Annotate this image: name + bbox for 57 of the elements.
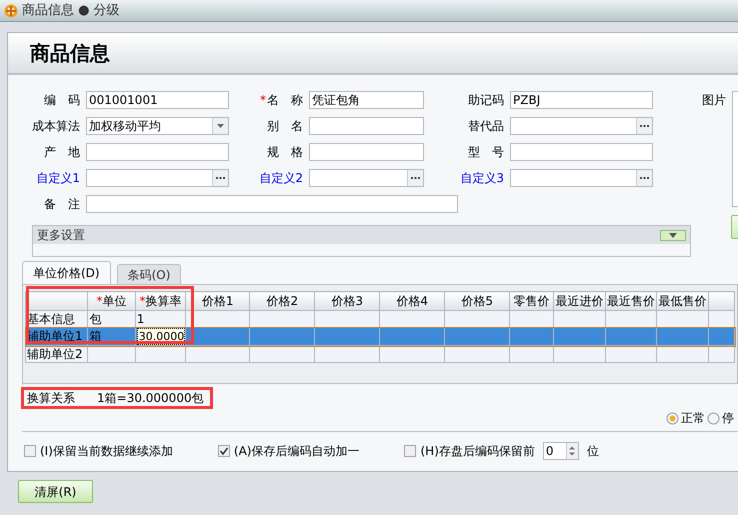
page-title: 商品信息 bbox=[30, 40, 110, 67]
input-field[interactable] bbox=[86, 195, 458, 213]
app-icon bbox=[4, 4, 18, 18]
input-field[interactable] bbox=[309, 143, 424, 161]
input-field[interactable] bbox=[510, 169, 653, 187]
dropdown-field[interactable]: 加权移动平均 bbox=[86, 117, 229, 135]
field-label: 替代品 bbox=[468, 118, 504, 135]
field-label: 别 名 bbox=[267, 118, 303, 135]
window-title: 商品信息 ● 分级 bbox=[22, 2, 120, 20]
field-label: 成本算法 bbox=[32, 118, 80, 135]
required-mark: * bbox=[139, 294, 146, 308]
field-label: 产 地 bbox=[44, 144, 80, 161]
column-header[interactable]: 换算率 bbox=[145, 294, 182, 308]
input-field[interactable] bbox=[510, 143, 653, 161]
input-field[interactable] bbox=[510, 117, 653, 135]
table-cell: 辅助单位2 bbox=[27, 346, 83, 360]
field-label: 自定义3 bbox=[460, 170, 504, 187]
expand-toggle[interactable] bbox=[660, 230, 686, 240]
spin-field[interactable]: 0 bbox=[542, 442, 579, 460]
field-label: 自定义2 bbox=[259, 170, 303, 187]
table-cell: 箱 bbox=[89, 329, 102, 343]
table-cell: 包 bbox=[89, 312, 102, 326]
conversion-label: 换算关系 bbox=[27, 390, 75, 407]
tab[interactable]: 单位价格(D) bbox=[22, 261, 111, 284]
unit-label: 位 bbox=[586, 443, 599, 460]
spin-arrows-icon bbox=[569, 446, 576, 456]
field-label: 自定义1 bbox=[36, 170, 80, 187]
table-cell: 1 bbox=[136, 312, 144, 326]
dropdown-arrow-icon bbox=[217, 124, 224, 128]
field-label: 名 称 bbox=[267, 92, 303, 109]
input-field[interactable] bbox=[86, 169, 229, 187]
chevron-icon bbox=[669, 232, 677, 238]
input-field[interactable]: 凭证包角 bbox=[309, 91, 424, 109]
checkbox-label[interactable]: (I)保留当前数据继续添加 bbox=[40, 442, 173, 460]
tab[interactable]: 条码(O) bbox=[116, 264, 182, 284]
radio-option[interactable]: 停 bbox=[707, 409, 734, 427]
input-field[interactable] bbox=[309, 117, 424, 135]
section-header[interactable]: 更多设置 bbox=[33, 226, 690, 244]
input-field[interactable]: PZBJ bbox=[510, 91, 653, 109]
field-label: 规 格 bbox=[267, 144, 303, 161]
checkbox-label[interactable]: (A)保存后编码自动加一 bbox=[234, 442, 360, 460]
column-header[interactable]: 单位 bbox=[102, 294, 126, 308]
conversion-value: 1箱=30.000000包 bbox=[97, 390, 204, 407]
input-field[interactable] bbox=[86, 143, 229, 161]
radio-option[interactable]: 正常 bbox=[666, 409, 705, 427]
field-label: 型 号 bbox=[468, 144, 504, 161]
input-field[interactable]: 001001001 bbox=[86, 91, 229, 109]
required-mark: * bbox=[260, 92, 266, 109]
checkbox-label[interactable]: (H)存盘后编码保留前 bbox=[420, 442, 535, 460]
field-label: 备 注 bbox=[44, 196, 80, 213]
field-label: 助记码 bbox=[468, 92, 504, 109]
input-field[interactable] bbox=[309, 169, 424, 187]
required-mark: * bbox=[96, 294, 102, 308]
image-label: 图片 bbox=[702, 92, 726, 109]
clear-button[interactable]: 清屏(R) bbox=[18, 480, 93, 503]
section-title: 更多设置 bbox=[37, 227, 85, 244]
field-label: 编 码 bbox=[44, 92, 80, 109]
